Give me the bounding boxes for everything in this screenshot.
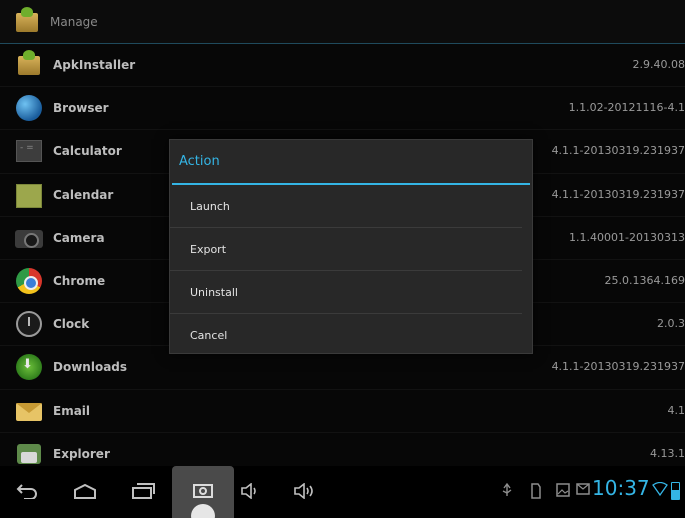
action-dialog: Action Launch Export Uninstall Cancel: [169, 139, 533, 354]
app-version: 4.1: [667, 403, 685, 417]
app-version: 4.1.1-20130319.231937: [551, 187, 685, 201]
app-version: 4.1.1-20130319.231937: [551, 144, 685, 158]
globe-icon: [14, 93, 44, 123]
app-version: 1.1.40001-20130313: [569, 230, 685, 244]
status-clock[interactable]: 10:37: [592, 476, 650, 500]
app-name: ApkInstaller: [53, 58, 136, 73]
app-name: Explorer: [53, 446, 110, 461]
app-version: 2.9.40.08: [632, 58, 685, 71]
app-name: Chrome: [53, 274, 106, 289]
list-item[interactable]: ApkInstaller 2.9.40.08: [0, 44, 685, 88]
calculator-icon: [14, 136, 44, 166]
package-icon[interactable]: [12, 6, 42, 37]
app-name: Browser: [53, 101, 109, 116]
app-version: 4.1.1-20130319.231937: [551, 360, 685, 374]
app-name: Calculator: [53, 144, 122, 159]
app-version: 1.1.02-20121116-4.1: [568, 101, 685, 115]
image-notification-icon: [556, 483, 570, 499]
download-icon: [14, 352, 44, 382]
volume-up-icon[interactable]: [290, 476, 320, 506]
camera-icon: [14, 223, 44, 253]
package-icon: [14, 50, 44, 80]
page-title: Manage: [50, 14, 98, 29]
recent-apps-icon[interactable]: [128, 476, 158, 506]
export-button[interactable]: Export: [170, 228, 522, 271]
action-bar: Manage: [0, 0, 685, 43]
app-name: Downloads: [53, 360, 128, 375]
app-name: Calendar: [53, 187, 114, 202]
email-icon: [14, 396, 44, 426]
app-version: 2.0.3: [657, 317, 685, 331]
screen: Manage ApkInstaller 2.9.40.08 Browser 1.…: [0, 0, 685, 518]
launch-button[interactable]: Launch: [170, 185, 522, 228]
mail-notification-icon: [576, 483, 590, 499]
app-name: Camera: [53, 230, 105, 245]
battery-icon: [671, 482, 680, 500]
list-item[interactable]: Email 4.1: [0, 390, 685, 433]
wifi-icon: [652, 481, 668, 498]
explorer-icon: [14, 439, 44, 466]
usb-icon: [500, 482, 514, 499]
app-name: Email: [53, 403, 91, 418]
volume-down-icon[interactable]: [236, 476, 266, 506]
navigation-bar: 10:37: [0, 466, 685, 518]
chrome-icon: [14, 266, 44, 296]
app-version: 25.0.1364.169: [604, 273, 685, 287]
app-version: 4.13.1: [650, 446, 685, 460]
sd-card-icon: [529, 483, 543, 499]
dialog-title: Action: [179, 154, 220, 169]
uninstall-button[interactable]: Uninstall: [170, 271, 522, 314]
screenshot-icon[interactable]: [188, 476, 218, 506]
list-item[interactable]: Explorer 4.13.1: [0, 433, 685, 466]
back-icon[interactable]: [12, 476, 42, 506]
app-name: Clock: [53, 317, 90, 332]
calendar-icon: [14, 180, 44, 210]
list-item[interactable]: Browser 1.1.02-20121116-4.1: [0, 87, 685, 131]
cancel-button[interactable]: Cancel: [170, 314, 522, 357]
clock-icon: [14, 309, 44, 339]
home-icon[interactable]: [70, 476, 100, 506]
